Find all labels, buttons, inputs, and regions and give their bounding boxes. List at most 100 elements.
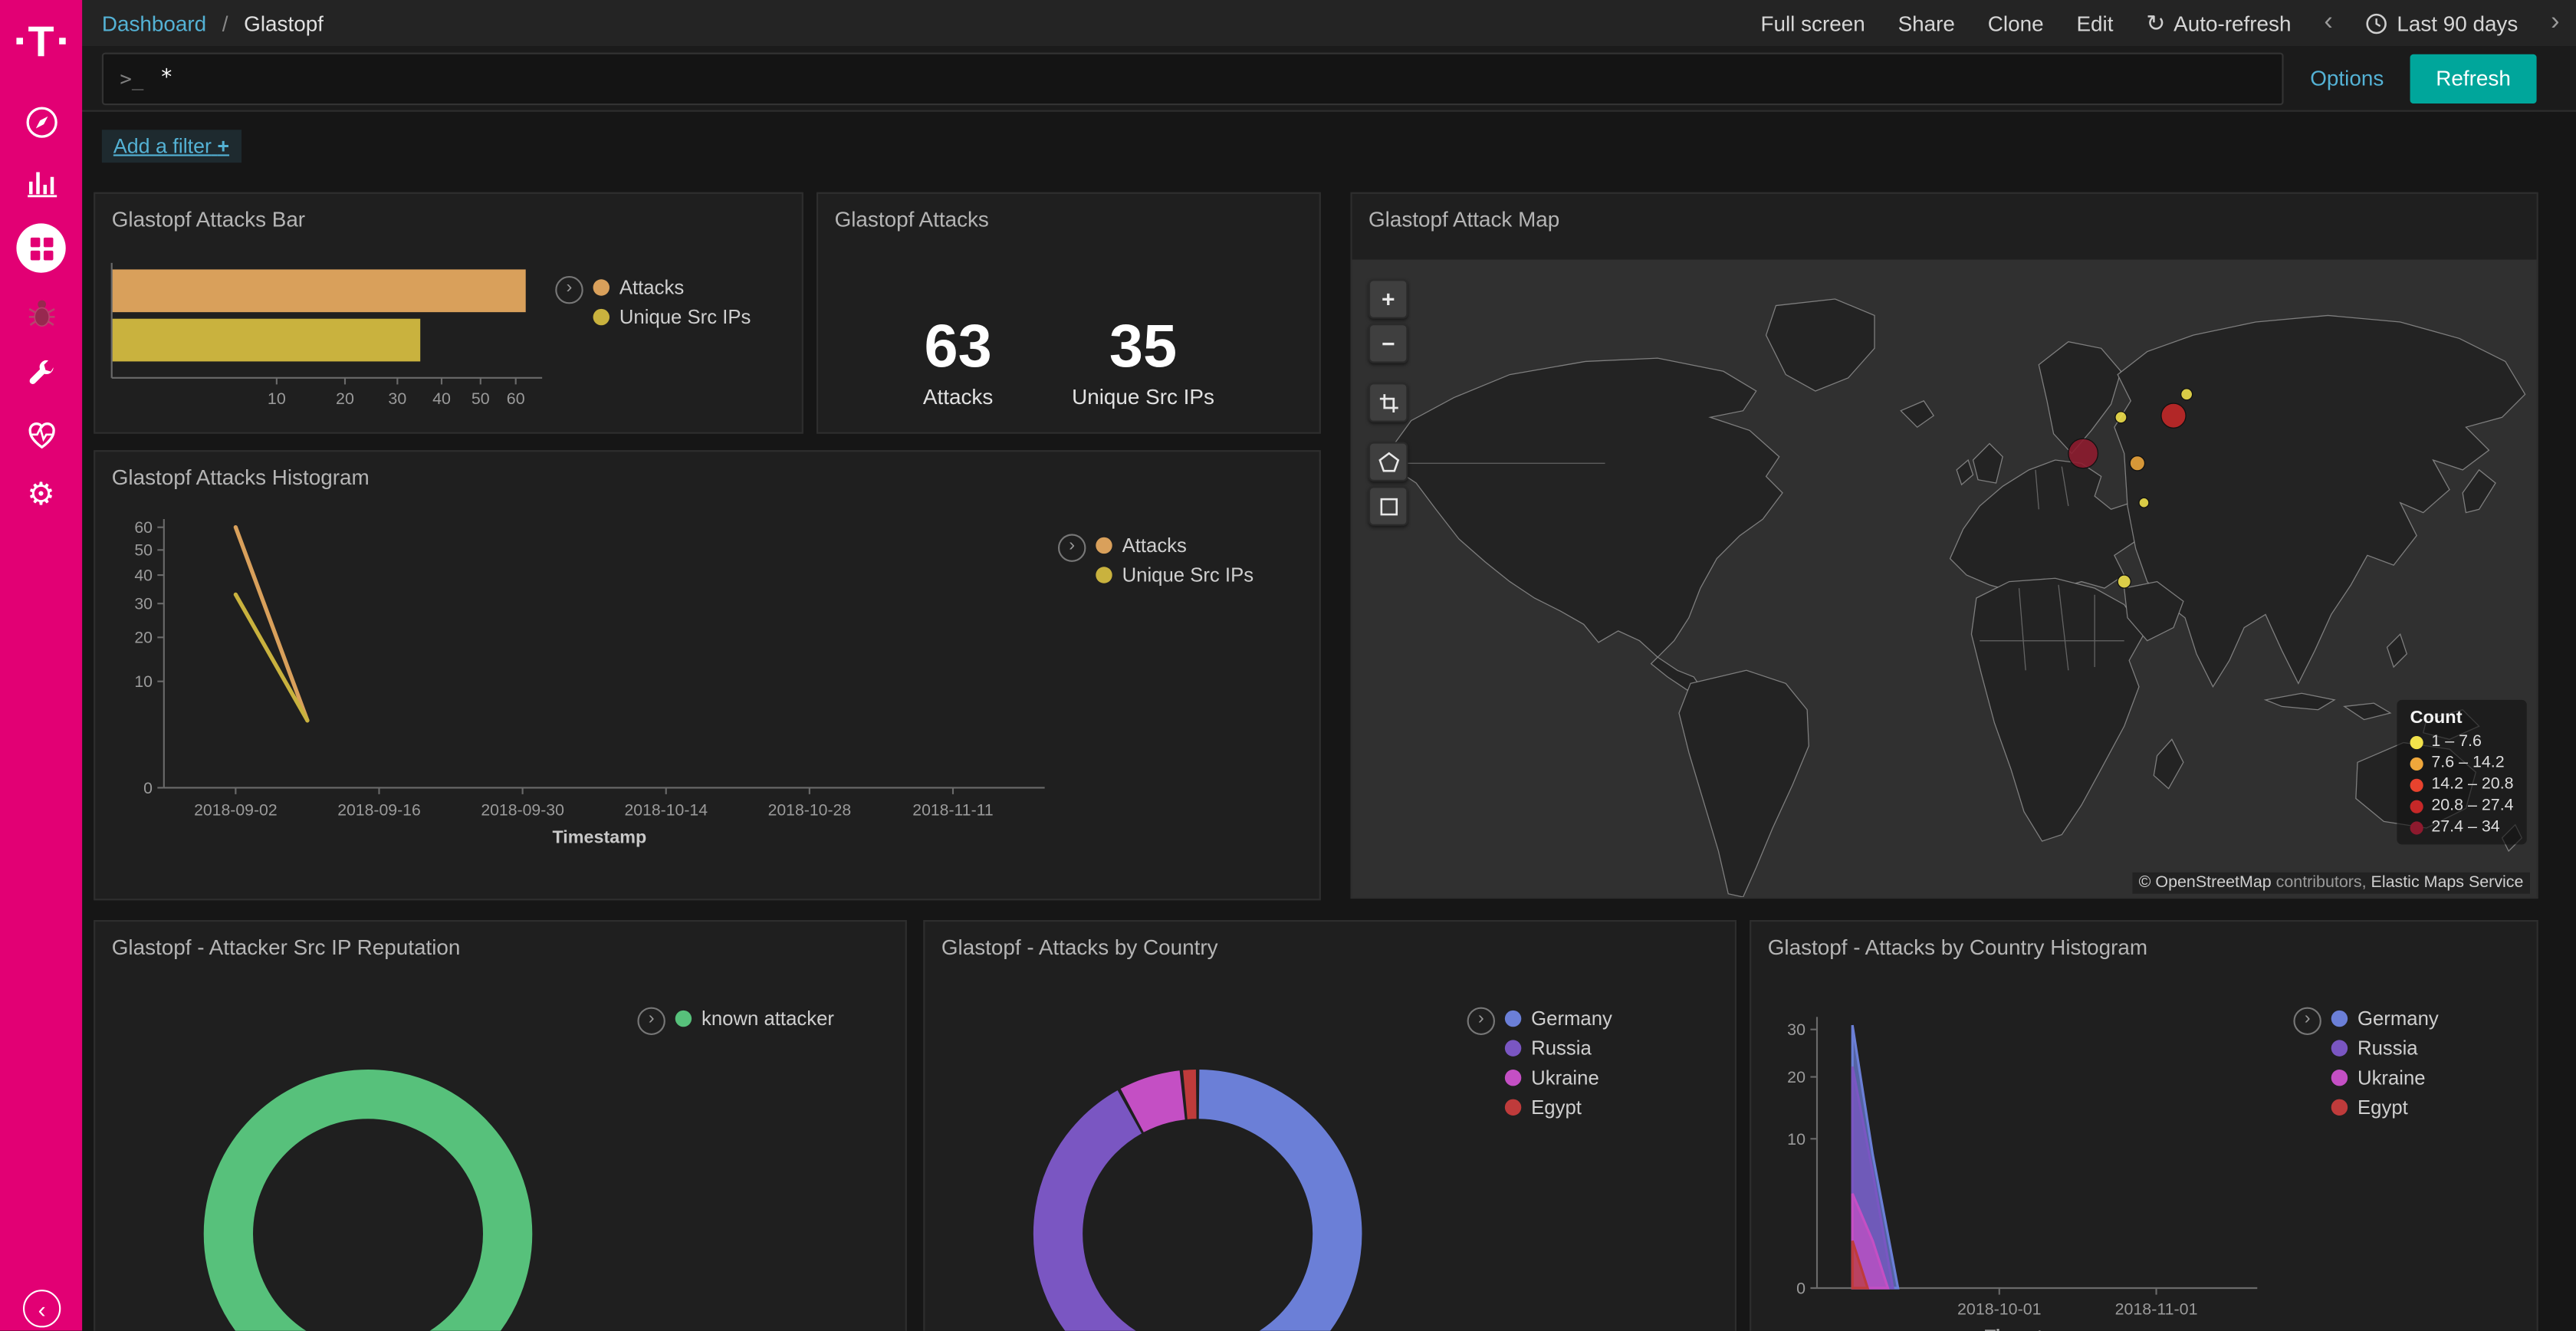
fit-data-bounds-button[interactable] [1368,383,1408,422]
dashboard-icon [27,234,54,261]
legend-item[interactable]: Egypt [1505,1096,1612,1119]
polygon-icon [1378,451,1399,472]
country-donut-chart[interactable] [1017,1053,1378,1331]
refresh-button[interactable]: Refresh [2410,54,2537,103]
share-button[interactable]: Share [1898,11,1955,35]
map-controls: + − [1368,279,1408,531]
legend-item[interactable]: Germany [2331,1007,2439,1030]
legend-toggle-icon[interactable]: › [637,1007,665,1035]
attribution-text: contributors, [2272,874,2371,892]
sidebar-item-discover[interactable] [16,102,65,143]
map-canvas[interactable] [1352,260,2538,899]
top-nav-bar: Dashboard / Glastopf Full screen Share C… [82,0,2576,46]
auto-refresh-button[interactable]: ↻ Auto-refresh [2146,9,2291,37]
sidebar-collapse-button[interactable]: ‹ [23,1290,61,1327]
world-map[interactable]: + − [1352,260,2537,897]
kibana-dashboard-app: T [0,0,2576,1331]
map-legend-row: 27.4 – 34 [2410,818,2513,836]
legend-item[interactable]: known attacker [675,1007,834,1030]
bucket-range-label: 27.4 – 34 [2431,818,2499,836]
svg-text:10: 10 [1787,1130,1806,1149]
reputation-donut-chart[interactable] [187,1053,548,1331]
svg-text:60: 60 [507,389,525,408]
map-legend-row: 14.2 – 20.8 [2410,775,2513,794]
svg-text:2018-10-28: 2018-10-28 [768,802,852,820]
legend-item[interactable]: Ukraine [2331,1066,2439,1089]
draw-polygon-button[interactable] [1368,442,1408,481]
legend-item[interactable]: Unique Src IPs [593,306,751,329]
svg-text:2018-11-11: 2018-11-11 [912,802,993,820]
svg-text:2018-10-14: 2018-10-14 [624,802,708,820]
svg-text:30: 30 [134,596,153,613]
query-bar: >_ * Options Refresh [82,46,2576,112]
svg-text:10: 10 [134,673,153,691]
edit-button[interactable]: Edit [2076,11,2113,35]
legend-label: Unique Src IPs [1122,564,1254,587]
zoom-out-button[interactable]: − [1368,324,1408,363]
legend-label: Attacks [619,276,684,299]
options-link[interactable]: Options [2310,66,2384,90]
time-forward-button[interactable]: › [2551,10,2559,36]
legend-label: Russia [2358,1037,2418,1060]
sidebar-item-monitoring[interactable] [16,414,65,455]
legend-item[interactable]: Unique Src IPs [1096,564,1254,587]
draw-rectangle-button[interactable] [1368,486,1408,525]
openstreetmap-link[interactable]: © OpenStreetMap [2139,874,2272,892]
map-legend: Count 1 – 7.67.6 – 14.214.2 – 20.820.8 –… [2397,700,2526,845]
legend-toggle-icon[interactable]: › [555,276,583,304]
panel-src-ip-reputation: Glastopf - Attacker Src IP Reputation › … [94,920,907,1331]
legend-items: Germany Russia Ukraine Egypt [1505,1007,1612,1119]
bucket-swatch-icon [2410,820,2423,833]
search-query-input[interactable]: >_ * [102,52,2284,105]
metric-value: 63 [923,314,993,380]
bucket-range-label: 20.8 – 27.4 [2431,797,2513,815]
svg-text:0: 0 [1796,1280,1806,1298]
legend-item[interactable]: Russia [1505,1037,1612,1060]
bucket-swatch-icon [2410,800,2423,813]
svg-text:10: 10 [268,389,286,408]
legend-item[interactable]: Ukraine [1505,1066,1612,1089]
sidebar-item-management[interactable]: ⚙ [16,475,65,516]
svg-text:40: 40 [134,567,153,584]
legend-item[interactable]: Attacks [1096,534,1254,557]
telekom-logo[interactable]: T [0,20,82,63]
query-value: * [160,66,173,90]
bucket-range-label: 14.2 – 20.8 [2431,775,2513,794]
legend-item[interactable]: Attacks [593,276,751,299]
legend-toggle-icon[interactable]: › [2293,1007,2321,1035]
time-back-button[interactable]: ‹ [2324,10,2332,36]
attacks-bar-chart[interactable]: 102030405060 [102,260,562,424]
time-picker-button[interactable]: Last 90 days [2366,11,2518,35]
legend-item[interactable]: Russia [2331,1037,2439,1060]
panel-title: Glastopf Attacks [818,194,1319,238]
country-histogram-chart[interactable]: 01020302018-10-012018-11-01Timestamp [1768,981,2261,1330]
svg-text:Timestamp: Timestamp [552,827,646,847]
breadcrumb-current: Glastopf [244,11,324,35]
legend-swatch-icon [1505,1011,1521,1027]
legend-swatch-icon [1096,537,1112,554]
svg-text:20: 20 [336,389,354,408]
legend-items: Attacks Unique Src IPs [593,276,751,329]
breadcrumb-dashboard-link[interactable]: Dashboard [102,11,206,35]
clone-button[interactable]: Clone [1988,11,2044,35]
plus-icon: + [217,135,229,158]
attacks-histogram-chart[interactable]: 01020304050602018-09-022018-09-162018-09… [99,511,1052,872]
elastic-maps-service-link[interactable]: Elastic Maps Service [2371,874,2524,892]
legend-toggle-icon[interactable]: › [1467,1007,1495,1035]
sidebar-item-visualize[interactable] [16,163,65,204]
sidebar-item-t-pot[interactable] [16,292,65,334]
panel-attacks-metric: Glastopf Attacks 63 Attacks 35 Unique Sr… [816,192,1321,434]
zoom-in-button[interactable]: + [1368,279,1408,318]
legend-item[interactable]: Egypt [2331,1096,2439,1119]
sidebar-item-dashboard[interactable] [16,223,65,272]
sidebar-item-dev-tools[interactable] [16,353,65,395]
compass-icon [22,104,60,141]
full-screen-button[interactable]: Full screen [1760,11,1865,35]
legend-toggle-icon[interactable]: › [1058,534,1086,561]
add-filter-button[interactable]: Add a filter + [102,130,241,163]
refresh-cycle-icon: ↻ [2146,9,2165,37]
bar-chart-icon [22,164,60,202]
panel-country-histogram: Glastopf - Attacks by Country Histogram … [1750,920,2538,1331]
legend-item[interactable]: Germany [1505,1007,1612,1030]
map-legend-rows: 1 – 7.67.6 – 14.214.2 – 20.820.8 – 27.42… [2410,733,2513,836]
